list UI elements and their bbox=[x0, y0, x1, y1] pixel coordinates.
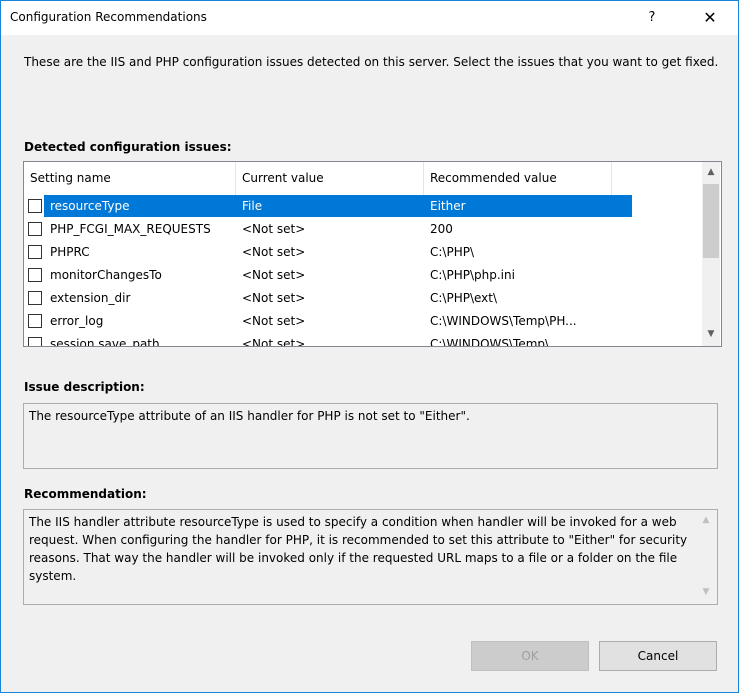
issue-description-label: Issue description: bbox=[24, 380, 145, 394]
setting-name-cell: error_log bbox=[50, 314, 104, 328]
issue-checkbox[interactable] bbox=[28, 314, 42, 328]
issue-row[interactable]: PHP_FCGI_MAX_REQUESTS <Not set> 200 bbox=[24, 218, 702, 240]
intro-text: These are the IIS and PHP configuration … bbox=[24, 55, 719, 69]
configuration-recommendations-dialog: Configuration Recommendations ? ✕ These … bbox=[0, 0, 739, 693]
ok-button[interactable]: OK bbox=[471, 641, 589, 671]
recommended-value-cell: C:\WINDOWS\Temp\PH... bbox=[430, 314, 577, 328]
dialog-title: Configuration Recommendations bbox=[10, 10, 207, 24]
scroll-up-arrow-icon[interactable]: ▲ bbox=[697, 512, 715, 529]
issue-row[interactable]: extension_dir <Not set> C:\PHP\ext\ bbox=[24, 287, 702, 309]
issue-row[interactable]: error_log <Not set> C:\WINDOWS\Temp\PH... bbox=[24, 310, 702, 332]
issue-checkbox[interactable] bbox=[28, 337, 42, 346]
setting-name-cell: monitorChangesTo bbox=[50, 268, 162, 282]
title-bar: Configuration Recommendations ? ✕ bbox=[1, 1, 738, 35]
recommended-value-cell: C:\PHP\ bbox=[430, 245, 475, 259]
listview-header: Setting name Current value Recommended v… bbox=[24, 162, 702, 195]
recommended-value-cell: Either bbox=[430, 199, 466, 213]
issue-checkbox[interactable] bbox=[28, 245, 42, 259]
scroll-thumb[interactable] bbox=[703, 184, 719, 258]
recommended-value-cell: C:\WINDOWS\Temp\ bbox=[430, 337, 550, 347]
recommendation-scrollbar[interactable]: ▲ ▼ bbox=[697, 510, 715, 604]
recommended-value-cell: C:\PHP\php.ini bbox=[430, 268, 515, 282]
close-button[interactable]: ✕ bbox=[695, 5, 725, 31]
issues-listview[interactable]: Setting name Current value Recommended v… bbox=[23, 161, 722, 347]
recommended-value-cell: 200 bbox=[430, 222, 453, 236]
issue-row[interactable]: monitorChangesTo <Not set> C:\PHP\php.ini bbox=[24, 264, 702, 286]
setting-name-cell: PHPRC bbox=[50, 245, 90, 259]
help-button[interactable]: ? bbox=[637, 5, 667, 31]
scroll-down-arrow-icon[interactable]: ▼ bbox=[702, 326, 720, 343]
issue-row[interactable]: PHPRC <Not set> C:\PHP\ bbox=[24, 241, 702, 263]
current-value-cell: <Not set> bbox=[242, 314, 306, 328]
issues-scrollbar[interactable]: ▲ ▼ bbox=[702, 162, 720, 346]
current-value-cell: <Not set> bbox=[242, 337, 306, 347]
current-value-cell: <Not set> bbox=[242, 245, 306, 259]
current-value-cell: File bbox=[242, 199, 263, 213]
setting-name-cell: PHP_FCGI_MAX_REQUESTS bbox=[50, 222, 211, 236]
issues-label: Detected configuration issues: bbox=[24, 140, 232, 154]
scroll-down-arrow-icon[interactable]: ▼ bbox=[697, 584, 715, 601]
column-header-recommended-value[interactable]: Recommended value bbox=[424, 162, 612, 195]
issue-checkbox[interactable] bbox=[28, 291, 42, 305]
recommended-value-cell: C:\PHP\ext\ bbox=[430, 291, 498, 305]
current-value-cell: <Not set> bbox=[242, 222, 306, 236]
cancel-button[interactable]: Cancel bbox=[599, 641, 717, 671]
setting-name-cell: extension_dir bbox=[50, 291, 131, 305]
issue-checkbox[interactable] bbox=[28, 222, 42, 236]
recommendation-box: The IIS handler attribute resourceType i… bbox=[23, 509, 718, 605]
issue-row[interactable]: session.save_path <Not set> C:\WINDOWS\Tem… bbox=[24, 333, 702, 347]
column-header-current-value[interactable]: Current value bbox=[236, 162, 424, 195]
issue-checkbox[interactable] bbox=[28, 199, 42, 213]
current-value-cell: <Not set> bbox=[242, 268, 306, 282]
column-header-setting-name[interactable]: Setting name bbox=[24, 162, 236, 195]
recommendation-label: Recommendation: bbox=[24, 487, 147, 501]
setting-name-cell: resourceType bbox=[50, 199, 130, 213]
issue-row[interactable]: resourceType File Either bbox=[24, 195, 702, 217]
setting-name-cell: session.save_path bbox=[50, 337, 160, 347]
scroll-up-arrow-icon[interactable]: ▲ bbox=[702, 164, 720, 181]
issue-checkbox[interactable] bbox=[28, 268, 42, 282]
issue-description-box: The resourceType attribute of an IIS han… bbox=[23, 403, 718, 469]
current-value-cell: <Not set> bbox=[242, 291, 306, 305]
